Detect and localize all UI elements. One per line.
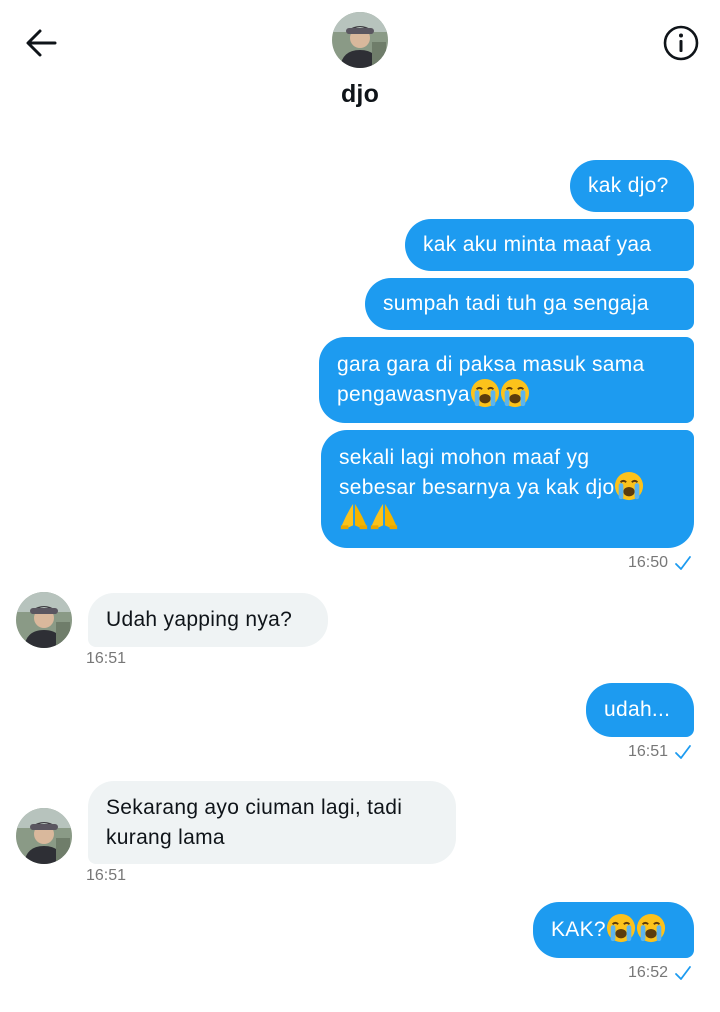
profile-photo — [16, 592, 72, 648]
message-line-text: sebesar besarnya ya kak djo — [339, 476, 615, 499]
info-button[interactable] — [660, 22, 702, 64]
message-line: sekali lagi mohon maaf yg — [339, 446, 590, 469]
message-text: udah... — [604, 698, 671, 721]
profile-photo — [332, 12, 388, 68]
avatar[interactable] — [16, 808, 72, 864]
message-text: Sekarang ayo ciuman lagi, tadi kurang la… — [106, 793, 402, 853]
message-text: kak djo? — [588, 174, 669, 197]
message-bubble-incoming[interactable]: Sekarang ayo ciuman lagi, tadi kurang la… — [88, 781, 456, 864]
folded-hands-emoji — [340, 503, 368, 530]
loudly-crying-face-emoji — [606, 913, 635, 943]
timestamp-text: 16:51 — [86, 867, 127, 884]
info-circle-icon — [663, 25, 699, 61]
message-bubble-outgoing[interactable]: KAK? — [533, 902, 694, 958]
timestamp-text: 16:50 — [627, 554, 668, 571]
message-bubble-outgoing[interactable]: kak djo? — [570, 160, 694, 212]
loudly-crying-face-emoji — [615, 471, 644, 501]
message-line: kurang lama — [106, 826, 225, 849]
message-text: sekali lagi mohon maaf yg sebesar besarn… — [339, 443, 644, 533]
sent-check-icon — [675, 966, 691, 980]
arrow-left-icon — [26, 29, 57, 57]
sent-check-icon — [675, 745, 691, 759]
avatar[interactable] — [16, 592, 72, 648]
message-text: kak aku minta maaf yaa — [423, 233, 652, 256]
message-timestamp: 16:51 — [86, 650, 126, 668]
message-line — [339, 503, 644, 533]
message-line: Sekarang ayo ciuman lagi, tadi — [106, 796, 403, 819]
dm-conversation-screen: djo kak djo? kak aku minta maaf yaa sump… — [0, 0, 720, 1012]
loudly-crying-face-emoji — [636, 913, 665, 943]
loudly-crying-face-emoji — [470, 378, 499, 408]
timestamp-text: 16:51 — [627, 743, 668, 760]
timestamp-text: 16:52 — [627, 964, 668, 981]
message-timestamp: 16:50 — [628, 554, 692, 572]
conversation-title: djo — [340, 80, 380, 108]
message-text: sumpah tadi tuh ga sengaja — [383, 292, 649, 315]
message-bubble-outgoing[interactable]: sekali lagi mohon maaf yg sebesar besarn… — [321, 430, 694, 548]
message-bubble-outgoing[interactable]: sumpah tadi tuh ga sengaja — [365, 278, 694, 330]
message-line: gara gara di paksa masuk sama — [337, 353, 645, 376]
message-text: KAK? — [551, 918, 606, 941]
message-timestamp: 16:51 — [628, 743, 692, 761]
message-bubble-incoming[interactable]: Udah yapping nya? — [88, 593, 328, 647]
message-line: sebesar besarnya ya kak djo — [339, 471, 644, 503]
timestamp-text: 16:51 — [86, 650, 127, 667]
profile-photo — [16, 808, 72, 864]
loudly-crying-face-emoji — [500, 378, 529, 408]
message-bubble-outgoing[interactable]: kak aku minta maaf yaa — [405, 219, 694, 271]
message-line-text: pengawasnya — [337, 383, 470, 406]
message-text: Udah yapping nya? — [106, 608, 293, 631]
sent-check-icon — [675, 556, 691, 570]
folded-hands-emoji — [370, 503, 398, 530]
message-bubble-outgoing[interactable]: gara gara di paksa masuk sama pengawasny… — [319, 337, 694, 423]
avatar[interactable] — [332, 12, 388, 68]
message-text: gara gara di paksa masuk sama pengawasny… — [337, 350, 645, 410]
message-line: pengawasnya — [337, 378, 645, 410]
message-timestamp: 16:51 — [86, 867, 126, 885]
back-button[interactable] — [20, 22, 62, 64]
message-timestamp: 16:52 — [628, 964, 692, 982]
message-bubble-outgoing[interactable]: udah... — [586, 683, 694, 737]
